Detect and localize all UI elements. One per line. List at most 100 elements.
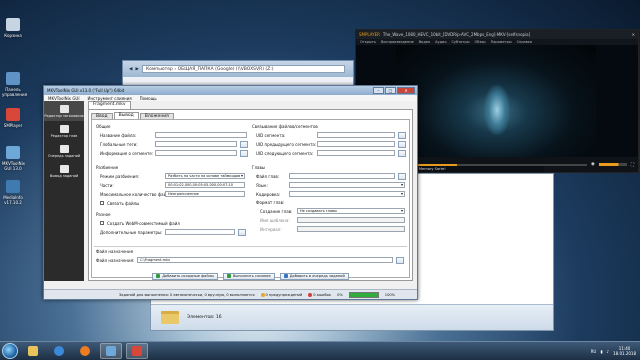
progress-percent-right: 100% [384,292,396,297]
sidebar-item-chapter-editor[interactable]: Редактор глав [44,121,84,141]
player-menu-video[interactable]: Видео [419,40,430,44]
global-tags-label: Глобальные теги: [100,141,138,147]
max-files-input[interactable]: Неограниченное [165,191,245,197]
close-button[interactable]: ✕ [397,87,415,94]
back-arrow-icon[interactable]: ◀ [129,67,132,72]
chapter-creation-label: Создание глав: [260,208,293,214]
player-menu-help[interactable]: Справка [517,40,532,44]
menu-mkvtoolnix[interactable]: MKVToolNix GUI [48,96,80,101]
file-title-input[interactable] [155,132,247,138]
language-indicator[interactable]: RU [591,349,597,354]
video-frame[interactable] [396,45,596,157]
chapter-name-row: Имя шаблона: [260,217,405,223]
output-divider [94,246,407,247]
split-parts-input[interactable]: 00:01:02.000,00:05:05.000,00:07:10 [165,182,245,188]
webm-row: Создать WebM-совместимый файл [100,220,180,226]
fullscreen-icon[interactable]: ⛶ [631,162,634,168]
desktop-icon-recycle-bin[interactable]: Корзина [2,18,24,38]
clock[interactable]: 11:40 18.01.2018 [613,346,636,356]
sidebar-item-job-queue[interactable]: Очередь заданий [44,141,84,161]
network-icon[interactable]: ▮ [600,349,602,354]
merge-panel: Ввод Вывод Вложения Общие Название файла… [88,109,413,281]
desktop-icon-mediainfo[interactable]: MediaInfo v17.10.2 [2,180,24,205]
chapter-interval-row: Интервал: [260,226,405,232]
chapter-name-input[interactable] [297,217,405,223]
output-file-row: Файл назначения: C:\Fragment.mkv [96,256,404,264]
chapter-file-browse-button[interactable] [398,172,406,180]
add-source-files-button[interactable]: Добавить исходные файлы [152,272,218,280]
file-title-row: Название файла: [100,132,247,138]
output-file-input[interactable]: C:\Fragment.mkv [137,257,393,263]
add-to-queue-button[interactable]: Добавить в очередь заданий [279,272,349,280]
job-output-icon [59,164,69,173]
explorer-status-bar: Элементов: 16 [151,304,553,330]
link-files-label: Связать файлы [107,200,140,206]
segment-info-input[interactable] [155,150,237,156]
start-merge-button[interactable]: Выполнить слияние [222,272,275,280]
webm-checkbox[interactable] [100,221,104,225]
speaker-icon[interactable]: ♪ [607,349,610,354]
player-menu-subtitles[interactable]: Субтитры [451,40,469,44]
desktop-icon-smplayer[interactable]: SMPlayer [2,108,24,128]
split-mode-select[interactable]: Разбить на части на основе таймкодов [165,173,245,179]
menu-merge[interactable]: Инструмент слияния [88,96,132,101]
chapter-charset-select[interactable] [289,191,405,197]
taskbar-smplayer[interactable] [126,343,148,359]
desktop-icon-mkvtoolnix[interactable]: MKVToolNix GUI 13.0 [2,146,25,171]
maximize-button[interactable]: □ [385,87,396,94]
progress-bar [348,291,379,298]
chapter-file-row: Файл глав: [256,172,406,180]
sidebar-item-header-editor[interactable]: Редактор заголовков [44,101,84,121]
smplayer-icon [132,346,142,356]
error-icon [308,292,313,297]
prev-uid-input[interactable] [317,141,395,147]
taskbar-explorer[interactable] [22,343,44,359]
player-app-name: SMPLAYER [359,32,380,37]
player-menu-audio[interactable]: Аудио [435,40,446,44]
segment-uid-input[interactable] [317,132,395,138]
warning-icon [260,292,265,297]
output-tab-content: Общие Название файла: Глобальные теги: И… [91,119,410,278]
segment-info-browse-button[interactable] [240,149,248,157]
player-menu-browse[interactable]: Обзор [474,40,485,44]
global-tags-browse-button[interactable] [240,140,248,148]
volume-icon[interactable]: ◉ [591,162,595,167]
taskbar-browser[interactable] [48,343,70,359]
start-button[interactable] [2,343,18,359]
chapter-creation-select[interactable]: Не создавать главы [297,208,405,214]
next-uid-browse-button[interactable] [398,149,406,157]
chapter-interval-input[interactable] [297,226,405,232]
minimize-button[interactable]: – [373,87,384,94]
output-file-browse-button[interactable] [396,256,404,264]
extra-params-browse-button[interactable] [238,228,246,236]
tab-fragment[interactable]: Fragment.mkv [88,101,131,109]
prev-uid-browse-button[interactable] [398,140,406,148]
taskbar-mkvtoolnix[interactable] [100,343,122,359]
global-tags-input[interactable] [155,141,237,147]
taskbar-media[interactable] [74,343,96,359]
next-uid-input[interactable] [317,150,395,156]
player-menu-options[interactable]: Параметры [491,40,512,44]
segment-uid-label: UID сегмента: [256,132,286,138]
sidebar-item-job-output[interactable]: Вывод заданий [44,161,84,181]
max-files-label: Максимальное количество файлов: [100,191,175,197]
menu-help[interactable]: Помощь [140,96,157,101]
link-files-checkbox[interactable] [100,201,104,205]
extra-params-input[interactable] [165,229,235,235]
desktop-icon-control-panel[interactable]: Панель управления [2,72,27,97]
player-menu-play[interactable]: Воспроизведение [381,40,414,44]
video-glow [484,85,510,135]
close-icon[interactable]: ✕ [632,32,635,37]
volume-slider[interactable] [598,163,627,166]
player-menu-open[interactable]: Открыть [360,40,376,44]
split-parts-label: Части: [100,182,114,188]
forward-arrow-icon[interactable]: ▶ [135,67,138,72]
prev-uid-label: UID предыдущего сегмента: [256,141,317,147]
mkvtoolnix-window[interactable]: MKVToolNix GUI v13.0 ("Full Up") 64bit –… [43,85,418,300]
chapter-language-select[interactable] [289,182,405,188]
max-files-row: Максимальное количество файлов: Неограни… [100,191,245,197]
chapter-file-input[interactable] [289,173,395,179]
explorer-address-bar[interactable]: Компьютер › ОБЩАЯ_ПАПКА (Google) (\\VBOX… [141,65,345,73]
segment-uid-browse-button[interactable] [398,131,406,139]
items-count: Элементов: 16 [187,315,222,320]
